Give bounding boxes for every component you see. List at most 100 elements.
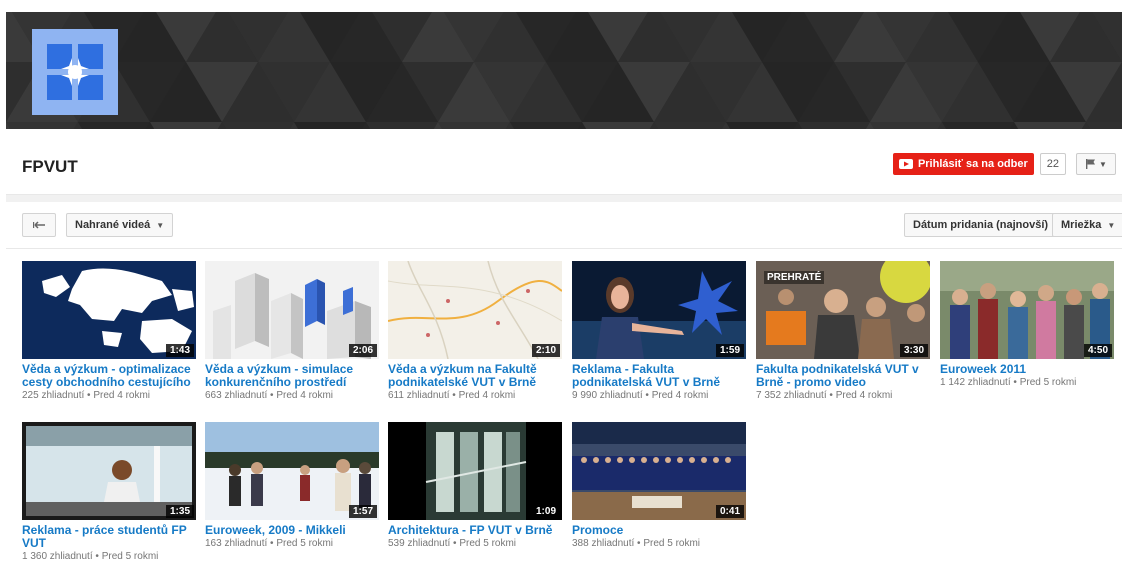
video-thumbnail[interactable]: 1:59 xyxy=(572,261,746,359)
video-duration: 0:41 xyxy=(715,505,744,518)
video-meta: 611 zhliadnutí • Pred 4 rokmi xyxy=(388,390,516,401)
upload-age: Pred 5 rokmi xyxy=(459,538,517,549)
report-flag-button[interactable]: ▼ xyxy=(1076,153,1116,175)
subscribe-label: Prihlásiť sa na odber xyxy=(917,158,1028,170)
view-count: 388 zhliadnutí xyxy=(572,538,635,549)
video-title-link[interactable]: Promoce xyxy=(572,524,757,537)
channel-logo-icon xyxy=(47,44,103,100)
subscribe-button[interactable]: Prihlásiť sa na odber xyxy=(892,153,1034,175)
back-button[interactable] xyxy=(22,213,56,237)
banner-triangle xyxy=(366,122,438,129)
channel-avatar[interactable] xyxy=(32,29,118,115)
chevron-down-icon: ▼ xyxy=(1107,220,1116,230)
subscribe-area: Prihlásiť sa na odber 22 ▼ xyxy=(892,153,1116,175)
video-meta: 225 zhliadnutí • Pred 4 rokmi xyxy=(22,390,151,401)
flag-icon xyxy=(1086,159,1096,169)
video-item[interactable]: PREHRATÉ 3:30 Fakulta podnikatelská VUT … xyxy=(756,261,930,401)
video-title-link[interactable]: Architektura - FP VUT v Brně xyxy=(388,524,573,537)
view-count: 539 zhliadnutí xyxy=(388,538,451,549)
video-item[interactable]: 0:41 Promoce 388 zhliadnutí • Pred 5 rok… xyxy=(572,422,746,549)
view-label: Mriežka xyxy=(1061,219,1102,231)
banner-triangle xyxy=(1086,122,1122,129)
channel-banner xyxy=(6,12,1122,129)
view-count: 611 zhliadnutí xyxy=(388,390,450,401)
video-thumbnail[interactable]: 1:35 xyxy=(22,422,196,520)
videos-toolbar: Nahrané videá ▼ Dátum pridania (najnovší… xyxy=(6,202,1122,249)
banner-triangle xyxy=(150,122,222,129)
video-title-link[interactable]: Euroweek 2011 xyxy=(940,363,1122,376)
upload-age: Pred 4 rokmi xyxy=(651,390,709,401)
video-duration: 1:43 xyxy=(165,344,194,357)
video-item[interactable]: 4:50 Euroweek 2011 1 142 zhliadnutí • Pr… xyxy=(940,261,1114,388)
video-thumbnail[interactable]: 1:43 xyxy=(22,261,196,359)
youtube-play-icon xyxy=(898,159,913,169)
banner-pattern xyxy=(6,12,1122,129)
video-thumbnail[interactable]: 2:10 xyxy=(388,261,562,359)
video-item[interactable]: 1:43 Věda a výzkum - optimalizace cesty … xyxy=(22,261,196,401)
upload-age: Pred 4 rokmi xyxy=(835,390,893,401)
video-item[interactable]: 2:10 Věda a výzkum na Fakultě podnikatel… xyxy=(388,261,562,401)
subscriber-count: 22 xyxy=(1039,153,1066,175)
video-title-link[interactable]: Věda a výzkum - optimalizace cesty obcho… xyxy=(22,363,207,389)
video-duration: 1:09 xyxy=(531,505,560,518)
video-item[interactable]: 2:06 Věda a výzkum - simulace konkurenčn… xyxy=(205,261,379,401)
sort-label: Dátum pridania (najnovší) xyxy=(913,219,1049,231)
video-item[interactable]: 1:09 Architektura - FP VUT v Brně 539 zh… xyxy=(388,422,562,549)
video-thumbnail[interactable]: 0:41 xyxy=(572,422,746,520)
banner-triangle xyxy=(438,122,510,129)
video-thumbnail[interactable]: 1:09 xyxy=(388,422,562,520)
video-meta: 163 zhliadnutí • Pred 5 rokmi xyxy=(205,538,334,549)
back-arrow-icon xyxy=(33,221,45,229)
channel-title[interactable]: FPVUT xyxy=(22,157,78,177)
upload-age: Pred 4 rokmi xyxy=(458,390,516,401)
video-thumbnail[interactable]: 4:50 xyxy=(940,261,1114,359)
upload-age: Pred 5 rokmi xyxy=(101,551,159,562)
upload-age: Pred 4 rokmi xyxy=(276,390,334,401)
banner-triangle xyxy=(510,122,582,129)
video-meta: 663 zhliadnutí • Pred 4 rokmi xyxy=(205,390,334,401)
video-meta: 9 990 zhliadnutí • Pred 4 rokmi xyxy=(572,390,709,401)
banner-triangle xyxy=(654,122,726,129)
view-count: 1 142 zhliadnutí xyxy=(940,377,1011,388)
banner-triangle xyxy=(1014,122,1086,129)
banner-triangle xyxy=(870,122,942,129)
video-meta: 1 360 zhliadnutí • Pred 5 rokmi xyxy=(22,551,159,562)
channel-header: FPVUT Prihlásiť sa na odber 22 ▼ xyxy=(6,129,1122,195)
video-item[interactable]: 1:57 Euroweek, 2009 - Mikkeli 163 zhliad… xyxy=(205,422,379,549)
sort-dropdown[interactable]: Dátum pridania (najnovší) ▼ xyxy=(904,213,1071,237)
chevron-down-icon: ▼ xyxy=(156,220,165,230)
section-divider xyxy=(6,195,1122,202)
banner-triangle xyxy=(6,122,78,129)
video-meta: 388 zhliadnutí • Pred 5 rokmi xyxy=(572,538,701,549)
video-title-link[interactable]: Fakulta podnikatelská VUT v Brně - promo… xyxy=(756,363,941,389)
video-duration: 1:35 xyxy=(165,505,194,518)
video-item[interactable]: 1:59 Reklama - Fakulta podnikatelská VUT… xyxy=(572,261,746,401)
video-meta: 7 352 zhliadnutí • Pred 4 rokmi xyxy=(756,390,893,401)
view-count: 663 zhliadnutí xyxy=(205,390,268,401)
video-thumbnail[interactable]: 2:06 xyxy=(205,261,379,359)
view-count: 9 990 zhliadnutí xyxy=(572,390,643,401)
view-count: 163 zhliadnutí xyxy=(205,538,268,549)
video-meta: 1 142 zhliadnutí • Pred 5 rokmi xyxy=(940,377,1077,388)
upload-age: Pred 5 rokmi xyxy=(1019,377,1077,388)
video-title-link[interactable]: Reklama - práce studentů FP VUT xyxy=(22,524,207,550)
video-duration: 3:30 xyxy=(899,344,928,357)
banner-triangle xyxy=(942,122,1014,129)
video-thumbnail[interactable]: 1:57 xyxy=(205,422,379,520)
video-duration: 1:57 xyxy=(348,505,377,518)
banner-triangle xyxy=(222,122,294,129)
upload-age: Pred 4 rokmi xyxy=(93,390,151,401)
video-title-link[interactable]: Euroweek, 2009 - Mikkeli xyxy=(205,524,390,537)
video-thumbnail[interactable]: PREHRATÉ 3:30 xyxy=(756,261,930,359)
video-item[interactable]: 1:35 Reklama - práce studentů FP VUT 1 3… xyxy=(22,422,196,562)
video-title-link[interactable]: Věda a výzkum - simulace konkurenčního p… xyxy=(205,363,390,389)
view-dropdown[interactable]: Mriežka ▼ xyxy=(1052,213,1122,237)
banner-triangle xyxy=(294,122,366,129)
uploads-label: Nahrané videá xyxy=(75,219,151,231)
uploads-dropdown[interactable]: Nahrané videá ▼ xyxy=(66,213,174,237)
upload-age: Pred 5 rokmi xyxy=(643,538,701,549)
video-title-link[interactable]: Věda a výzkum na Fakultě podnikatelské V… xyxy=(388,363,573,389)
video-meta: 539 zhliadnutí • Pred 5 rokmi xyxy=(388,538,517,549)
video-title-link[interactable]: Reklama - Fakulta podnikatelská VUT v Br… xyxy=(572,363,757,389)
view-count: 1 360 zhliadnutí xyxy=(22,551,93,562)
